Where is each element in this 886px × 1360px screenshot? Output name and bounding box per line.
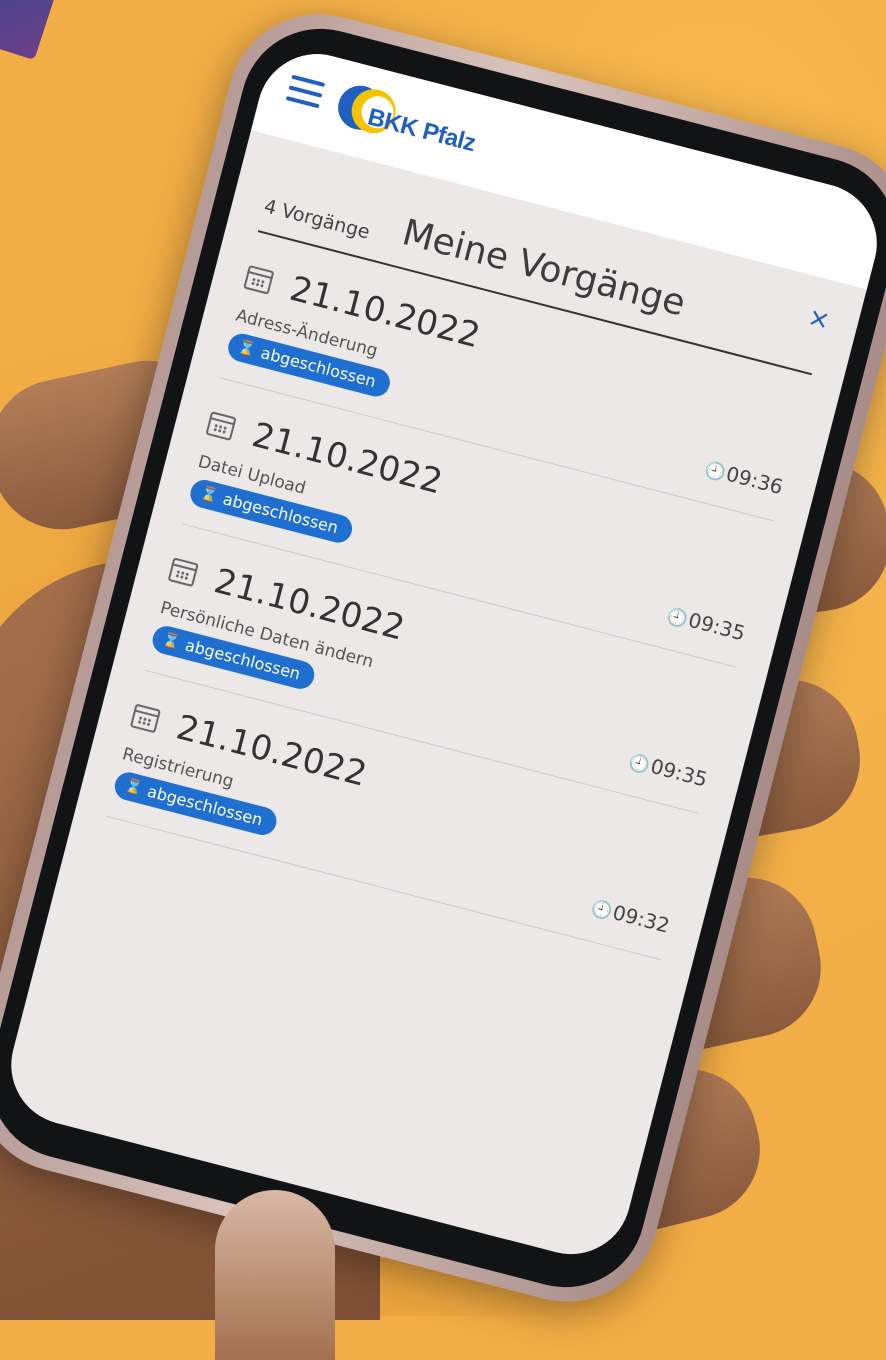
hourglass-icon: ⌛ — [123, 777, 144, 798]
hourglass-icon: ⌛ — [160, 631, 182, 651]
hourglass-icon: ⌛ — [198, 484, 220, 505]
hamburger-icon[interactable] — [285, 74, 326, 109]
hourglass-icon: ⌛ — [236, 338, 258, 359]
logo-text: BKK Pfalz — [364, 103, 479, 158]
bkk-pfalz-logo[interactable]: BKK Pfalz — [332, 76, 478, 157]
calendar-icon — [243, 264, 275, 295]
calendar-icon — [205, 411, 237, 441]
thumb — [215, 1190, 335, 1360]
calendar-icon — [167, 557, 199, 588]
calendar-icon — [129, 703, 161, 734]
